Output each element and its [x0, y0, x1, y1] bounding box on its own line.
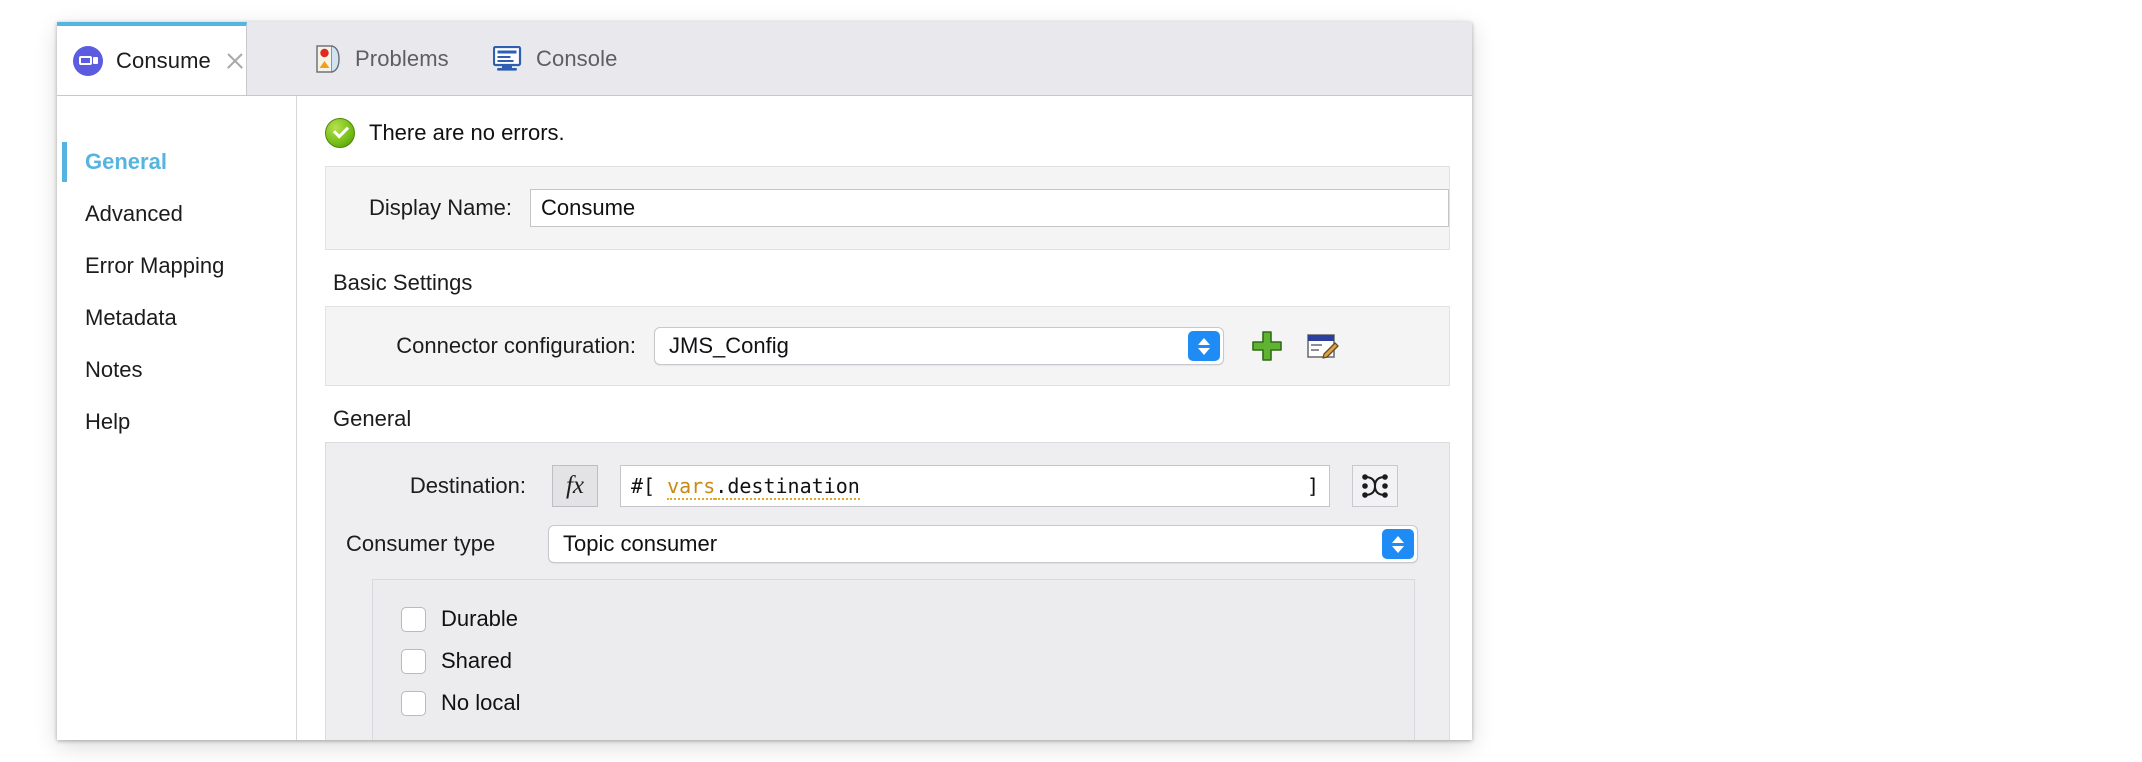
sidebar-item-label: Advanced [85, 201, 183, 227]
durable-checkbox[interactable] [401, 607, 426, 632]
sidebar-item-help[interactable]: Help [57, 396, 296, 448]
sidebar-item-error-mapping[interactable]: Error Mapping [57, 240, 296, 292]
shared-label: Shared [441, 648, 512, 674]
fx-button[interactable]: fx [552, 465, 598, 507]
no-local-checkbox[interactable] [401, 691, 426, 716]
basic-settings-panel: Connector configuration: JMS_Config [325, 306, 1450, 386]
sidebar-item-advanced[interactable]: Advanced [57, 188, 296, 240]
sidebar-item-notes[interactable]: Notes [57, 344, 296, 396]
mule-property-editor-window: Consume Problems [57, 22, 1472, 740]
consumer-type-label: Consumer type [346, 531, 526, 557]
plus-icon[interactable] [1250, 329, 1284, 363]
property-content: There are no errors. Display Name: Consu… [297, 96, 1472, 740]
property-sidebar: General Advanced Error Mapping Metadata … [57, 96, 297, 740]
success-check-icon [325, 118, 355, 148]
no-local-checkbox-row[interactable]: No local [401, 682, 1414, 724]
consume-icon [73, 46, 103, 76]
basic-settings-title: Basic Settings [297, 250, 1472, 306]
display-name-row: Display Name: Consume [326, 173, 1449, 243]
connector-configuration-value: JMS_Config [669, 333, 789, 359]
display-name-label: Display Name: [344, 195, 512, 221]
durable-checkbox-row[interactable]: Durable [401, 598, 1414, 640]
consumer-type-row: Consumer type Topic consumer [326, 523, 1449, 569]
connector-configuration-label: Connector configuration: [346, 333, 636, 359]
sidebar-item-label: Notes [85, 357, 142, 383]
validation-status-text: There are no errors. [369, 120, 565, 146]
chevron-updown-icon[interactable] [1188, 331, 1220, 361]
sidebar-item-label: Metadata [85, 305, 177, 331]
sidebar-item-label: General [85, 149, 167, 175]
display-name-panel: Display Name: Consume [325, 166, 1450, 250]
close-icon[interactable] [225, 51, 245, 71]
dataweave-icon[interactable] [1352, 465, 1398, 507]
destination-row: Destination: fx #[ vars.destination ] [326, 449, 1449, 523]
tab-consume[interactable]: Consume [57, 22, 247, 95]
durable-label: Durable [441, 606, 518, 632]
destination-expression-input[interactable]: #[ vars.destination ] [620, 465, 1330, 507]
problems-icon [316, 44, 342, 74]
editor-body: General Advanced Error Mapping Metadata … [57, 96, 1472, 740]
screen-root: Consume Problems [0, 0, 2142, 762]
consumer-type-select[interactable]: Topic consumer [548, 525, 1418, 563]
destination-expression-text: #[ vars.destination [631, 474, 860, 498]
consumer-options-group: Durable Shared No local Subscription nam… [372, 579, 1415, 740]
sidebar-item-label: Help [85, 409, 130, 435]
sidebar-item-metadata[interactable]: Metadata [57, 292, 296, 344]
expression-prefix: #[ [631, 474, 667, 498]
general-section-title: General [297, 386, 1472, 442]
sidebar-item-label: Error Mapping [85, 253, 224, 279]
shared-checkbox[interactable] [401, 649, 426, 674]
tab-console-label: Console [536, 46, 617, 72]
tab-console[interactable]: Console [477, 22, 633, 95]
edit-icon[interactable] [1306, 329, 1340, 363]
expression-path: .destination [715, 474, 860, 500]
destination-label: Destination: [346, 473, 526, 499]
validation-status: There are no errors. [297, 96, 1472, 166]
console-icon [493, 46, 523, 72]
tab-problems[interactable]: Problems [300, 22, 465, 95]
connector-configuration-row: Connector configuration: JMS_Config [326, 311, 1449, 381]
chevron-updown-icon[interactable] [1382, 529, 1414, 559]
no-local-label: No local [441, 690, 520, 716]
expression-variable: vars [667, 474, 715, 500]
connector-configuration-select[interactable]: JMS_Config [654, 327, 1224, 365]
shared-checkbox-row[interactable]: Shared [401, 640, 1414, 682]
general-panel: Destination: fx #[ vars.destination ] [325, 442, 1450, 740]
subscription-name-row: Subscription name: [401, 738, 1414, 740]
sidebar-item-general[interactable]: General [57, 136, 296, 188]
tab-problems-label: Problems [355, 46, 449, 72]
tab-consume-label: Consume [116, 48, 211, 74]
display-name-input[interactable]: Consume [530, 189, 1449, 227]
editor-tab-bar: Consume Problems [57, 22, 1472, 96]
consumer-type-value: Topic consumer [563, 531, 717, 557]
expression-close-bracket: ] [1307, 474, 1319, 498]
